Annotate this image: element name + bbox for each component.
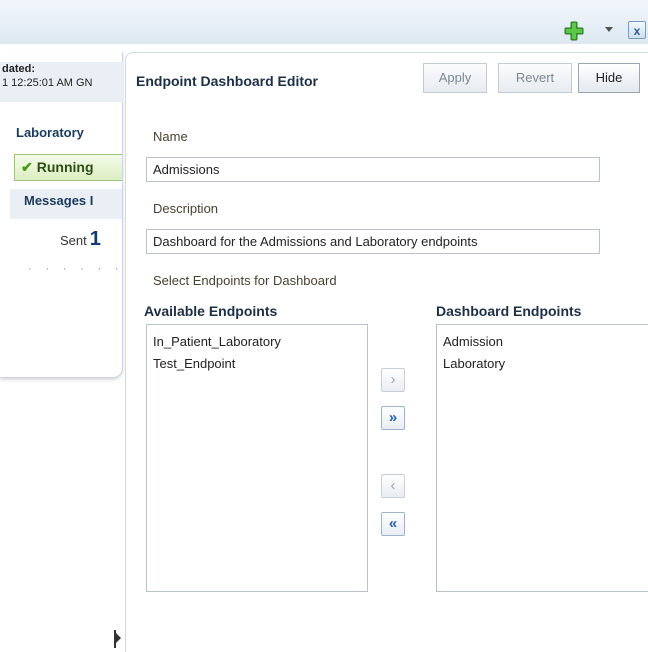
available-endpoints-header: Available Endpoints — [144, 303, 278, 319]
endpoint-name: Laboratory — [16, 125, 84, 140]
endpoint-dashboard-editor: Endpoint Dashboard Editor Apply Revert H… — [125, 52, 648, 652]
close-button[interactable]: x — [628, 21, 646, 39]
updated-time: 1 12:25:01 AM GN — [2, 77, 93, 89]
last-updated: dated: 1 12:25:01 AM GN — [0, 62, 124, 102]
status-badge: ✔ Running — [14, 154, 122, 181]
dashboard-endpoints-header: Dashboard Endpoints — [436, 303, 582, 319]
name-field[interactable]: Admissions — [146, 157, 600, 182]
list-item[interactable]: Laboratory — [443, 353, 648, 375]
expand-arrow-icon[interactable] — [116, 633, 121, 643]
updated-label: dated: — [2, 63, 35, 75]
list-item[interactable]: In_Patient_Laboratory — [153, 331, 367, 353]
revert-button[interactable]: Revert — [498, 63, 572, 93]
remove-button[interactable]: ‹ — [381, 474, 405, 498]
hide-button[interactable]: Hide — [578, 63, 640, 93]
sent-count: Sent 1 — [60, 228, 101, 251]
dotted-separator: · · · · · · — [28, 261, 124, 275]
apply-button[interactable]: Apply — [423, 63, 487, 93]
sent-label: Sent — [60, 233, 87, 248]
list-item[interactable]: Admission — [443, 331, 648, 353]
description-label: Description — [153, 201, 219, 216]
dashboard-endpoints-list[interactable]: Admission Laboratory — [436, 324, 648, 592]
top-toolbar: x — [0, 0, 648, 44]
name-label: Name — [153, 129, 188, 144]
add-icon[interactable] — [563, 20, 585, 42]
messages-tab[interactable]: Messages I — [10, 189, 122, 219]
chevron-down-icon[interactable] — [605, 27, 613, 32]
status-text: Running — [36, 159, 94, 175]
list-item[interactable]: Test_Endpoint — [153, 353, 367, 375]
move-button[interactable]: › — [381, 368, 405, 392]
available-endpoints-list[interactable]: In_Patient_Laboratory Test_Endpoint — [146, 324, 368, 592]
description-field[interactable]: Dashboard for the Admissions and Laborat… — [146, 229, 600, 254]
remove-all-button[interactable]: « — [381, 512, 405, 536]
select-endpoints-label: Select Endpoints for Dashboard — [153, 273, 337, 288]
sent-value: 1 — [89, 228, 101, 250]
move-all-button[interactable]: » — [381, 406, 405, 430]
checkmark-icon: ✔ — [21, 159, 33, 175]
editor-title: Endpoint Dashboard Editor — [136, 73, 318, 89]
